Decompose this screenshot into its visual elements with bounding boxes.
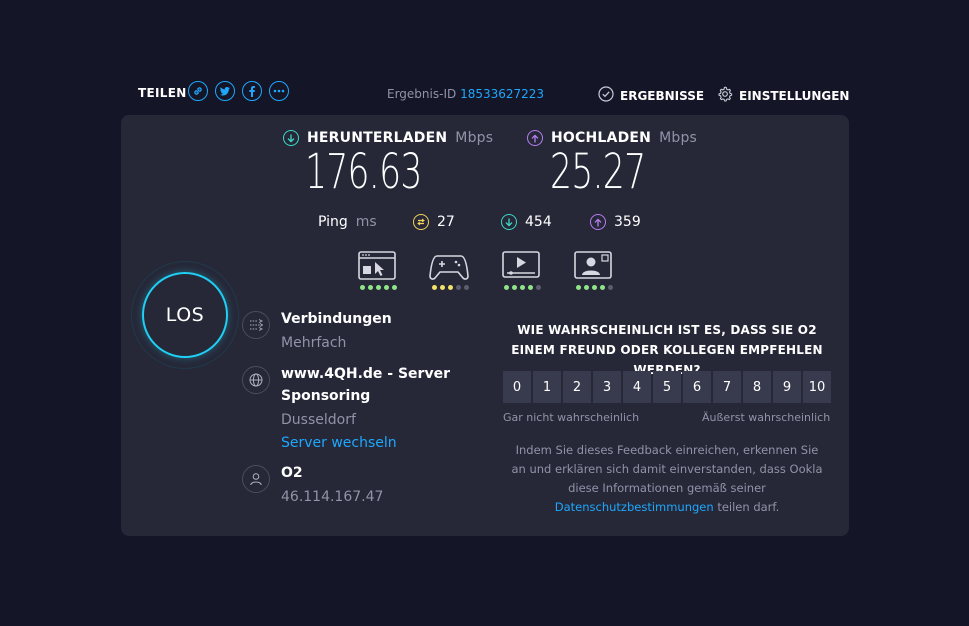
rating-dot (448, 285, 453, 290)
note-line-1: Indem Sie dieses Feedback einreichen, er… (515, 443, 819, 457)
scale-option-8[interactable]: 8 (743, 371, 771, 403)
privacy-note: Indem Sie dieses Feedback einreichen, er… (500, 441, 834, 517)
ping-upload: 359 (590, 214, 641, 230)
ping-upload-icon (590, 214, 606, 230)
more-icon[interactable] (269, 81, 289, 101)
provider-name: O2 (281, 465, 303, 481)
change-server-link[interactable]: Server wechseln (281, 435, 397, 451)
gaming-rating (432, 285, 469, 290)
settings-button[interactable]: EINSTELLUNGEN (717, 86, 849, 105)
note-line-2: an und erklären sich damit einverstanden… (511, 462, 823, 476)
server-name-line2: Sponsoring (281, 388, 371, 404)
ping-idle: 27 (413, 214, 455, 230)
note-line-3: diese Informationen gemäß seiner (568, 481, 766, 495)
download-speed: 176.63 (305, 144, 422, 200)
upload-speed: 25.27 (550, 144, 646, 200)
scale-option-5[interactable]: 5 (653, 371, 681, 403)
rating-dot (600, 285, 605, 290)
rating-dot (520, 285, 525, 290)
scale-low-label: Gar nicht wahrscheinlich (503, 411, 640, 424)
ping-unit: ms (355, 214, 377, 230)
twitter-icon[interactable] (215, 81, 235, 101)
scale-option-10[interactable]: 10 (803, 371, 831, 403)
scale-option-9[interactable]: 9 (773, 371, 801, 403)
rating-dot (512, 285, 517, 290)
download-arrow-icon (283, 130, 299, 146)
rating-dot (504, 285, 509, 290)
connections-value: Mehrfach (281, 335, 347, 351)
server-name: www.4QH.de - Server Sponsoring (281, 363, 450, 407)
web-browsing-icon (358, 251, 396, 281)
ping-idle-value: 27 (437, 214, 455, 230)
rating-dot (576, 285, 581, 290)
web-browsing-rating (360, 285, 397, 290)
video-chat-rating (576, 285, 613, 290)
connections-title: Verbindungen (281, 311, 392, 327)
user-icon (242, 465, 270, 493)
video-streaming-icon (502, 251, 540, 281)
ping-download: 454 (501, 214, 552, 230)
video-chat-icon (574, 251, 612, 281)
gaming-icon (429, 251, 469, 281)
ping-upload-value: 359 (614, 214, 641, 230)
results-button[interactable]: ERGEBNISSE (598, 86, 704, 105)
ping-label: Ping ms (318, 214, 377, 230)
results-label: ERGEBNISSE (620, 88, 705, 103)
upload-unit: Mbps (659, 130, 698, 146)
rating-dot (440, 285, 445, 290)
result-id: Ergebnis-ID 18533627223 (387, 87, 544, 101)
ping-download-icon (501, 214, 517, 230)
ping-text: Ping (318, 214, 348, 230)
rating-dot (376, 285, 381, 290)
scale-option-1[interactable]: 1 (533, 371, 561, 403)
privacy-policy-link[interactable]: Datenschutzbestimmungen (555, 500, 714, 514)
rating-dot (456, 285, 461, 290)
rating-dot (464, 285, 469, 290)
provider-ip: 46.114.167.47 (281, 489, 384, 505)
ping-idle-icon (413, 214, 429, 230)
gear-icon (717, 86, 733, 105)
note-line-4: Datenschutzbestimmungen teilen darf. (500, 498, 834, 517)
scale-option-0[interactable]: 0 (503, 371, 531, 403)
ping-download-value: 454 (525, 214, 552, 230)
settings-label: EINSTELLUNGEN (739, 88, 850, 103)
scale-option-6[interactable]: 6 (683, 371, 711, 403)
facebook-icon[interactable] (242, 81, 262, 101)
scale-high-label: Äußerst wahrscheinlich (702, 411, 831, 424)
rating-dot (608, 285, 613, 290)
go-button[interactable]: LOS (142, 272, 228, 358)
result-id-link[interactable]: 18533627223 (460, 87, 544, 101)
rating-dot (536, 285, 541, 290)
rating-dot (392, 285, 397, 290)
rating-dot (384, 285, 389, 290)
note-tail: teilen darf. (713, 500, 780, 514)
server-location: Dusseldorf (281, 412, 356, 428)
connections-icon (242, 311, 270, 339)
rating-dot (360, 285, 365, 290)
rating-scale: 0 1 2 3 4 5 6 7 8 9 10 (503, 371, 831, 403)
rating-dot (528, 285, 533, 290)
upload-arrow-icon (527, 130, 543, 146)
rating-dot (584, 285, 589, 290)
check-circle-icon (598, 86, 614, 105)
result-id-label: Ergebnis-ID (387, 87, 457, 101)
scale-option-7[interactable]: 7 (713, 371, 741, 403)
link-icon[interactable] (188, 81, 208, 101)
scale-option-2[interactable]: 2 (563, 371, 591, 403)
rating-dot (368, 285, 373, 290)
scale-option-3[interactable]: 3 (593, 371, 621, 403)
rating-dot (432, 285, 437, 290)
server-name-line1: www.4QH.de - Server (281, 366, 450, 382)
share-label: TEILEN (138, 86, 187, 100)
globe-icon (242, 366, 270, 394)
rating-dot (592, 285, 597, 290)
download-unit: Mbps (455, 130, 494, 146)
video-streaming-rating (504, 285, 541, 290)
scale-option-4[interactable]: 4 (623, 371, 651, 403)
